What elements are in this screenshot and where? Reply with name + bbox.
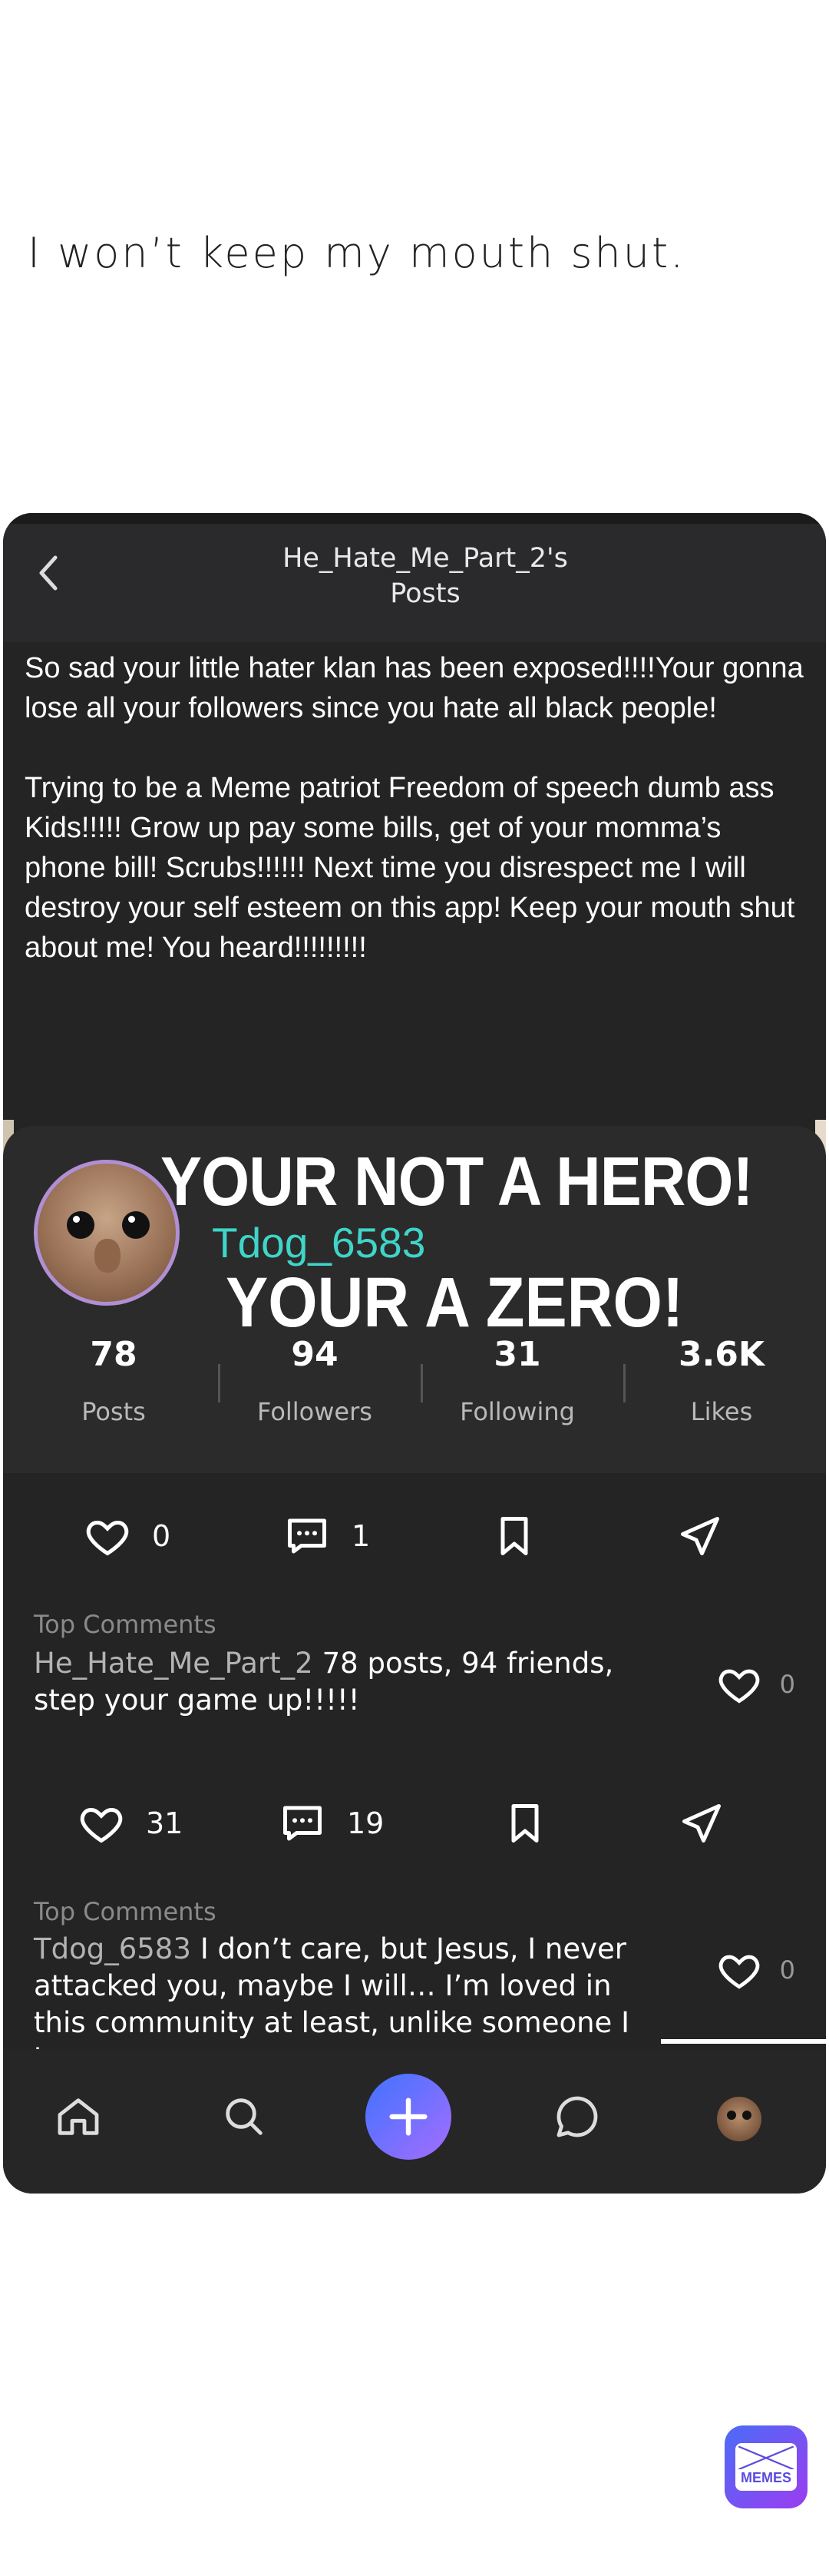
comment-like-count: 0 [779, 1670, 795, 1699]
avatar [34, 1160, 180, 1306]
stat-following: 31 Following [433, 1335, 602, 1426]
search-icon[interactable] [220, 2092, 269, 2141]
header-title: He_Hate_Me_Part_2's Posts [203, 541, 648, 611]
comment-icon [283, 1806, 322, 1841]
like-count: 31 [146, 1806, 183, 1840]
heart-icon [718, 1669, 759, 1704]
stat-followers: 94 Followers [230, 1335, 399, 1426]
stat-value: 78 [90, 1335, 137, 1374]
back-chevron-icon[interactable] [34, 550, 61, 596]
chat-bubble-icon[interactable] [553, 2092, 602, 2141]
stat-label: Posts [81, 1397, 146, 1426]
bookmark-button[interactable] [502, 1800, 548, 1846]
headline-top: YOUR NOT A HERO! [160, 1144, 753, 1220]
top-comments-label: Top Comments [34, 1610, 216, 1639]
stat-value: 31 [494, 1335, 541, 1374]
comment-count: 1 [352, 1519, 371, 1553]
create-post-button[interactable] [365, 2074, 451, 2160]
send-icon [682, 1804, 721, 1843]
divider [623, 1364, 626, 1402]
comment-icon [288, 1518, 326, 1554]
top-comment: He_Hate_Me_Part_2 78 posts, 94 friends, s… [34, 1645, 663, 1719]
share-button[interactable] [677, 1513, 723, 1559]
comment-like-button[interactable]: 0 [715, 1662, 795, 1707]
post-body: So sad your little hater klan has been e… [25, 648, 808, 968]
home-indicator [661, 2039, 826, 2044]
status-bar [3, 513, 826, 524]
stat-label: Following [460, 1397, 575, 1426]
like-button[interactable]: 31 [78, 1800, 183, 1846]
profile-username: Tdog_6583 [212, 1219, 426, 1266]
home-icon[interactable] [54, 2092, 103, 2141]
post-paragraph: Trying to be a Meme patriot Freedom of s… [25, 772, 795, 964]
header-title-line1: He_Hate_Me_Part_2's [282, 543, 568, 574]
nav-header: He_Hate_Me_Part_2's Posts [3, 513, 826, 642]
heart-icon [80, 1807, 123, 1843]
bookmark-icon [511, 1804, 539, 1843]
stat-posts: 78 Posts [29, 1335, 198, 1426]
heart-icon [86, 1520, 129, 1556]
stat-label: Followers [257, 1397, 372, 1426]
stat-label: Likes [690, 1397, 753, 1426]
action-bar: 31 19 [3, 1800, 826, 1869]
header-title-line2: Posts [390, 578, 461, 609]
meme-caption: I won’t keep my mouth shut. [28, 229, 686, 277]
memes-logo-label: MEMES [735, 2443, 797, 2491]
bookmark-button[interactable] [491, 1513, 537, 1559]
memes-watermark-logo: MEMES [725, 2425, 808, 2508]
stat-likes: 3.6K Likes [637, 1335, 806, 1426]
headline-bottom: YOUR A ZERO! [226, 1263, 684, 1342]
divider [421, 1364, 423, 1402]
plus-icon [389, 2098, 428, 2136]
profile-card-image[interactable]: YOUR NOT A HERO! Tdog_6583 YOUR A ZERO! … [3, 1126, 826, 1473]
comment-like-count: 0 [779, 1955, 795, 1985]
like-count: 0 [152, 1519, 171, 1553]
profile-avatar[interactable] [717, 2097, 761, 2141]
divider [218, 1364, 220, 1402]
comment-username[interactable]: He_Hate_Me_Part_2 [34, 1647, 313, 1680]
comment-username[interactable]: Tdog_6583 [34, 1932, 191, 1965]
phone-screenshot: He_Hate_Me_Part_2's Posts So sad your li… [3, 513, 826, 2194]
bookmark-icon [500, 1517, 528, 1555]
post-paragraph: So sad your little hater klan has been e… [25, 652, 804, 724]
comment-like-button[interactable]: 0 [715, 1948, 795, 1992]
comment-button[interactable]: 19 [279, 1800, 384, 1846]
comment-button[interactable]: 1 [284, 1513, 370, 1559]
action-bar: 0 1 [3, 1513, 826, 1582]
heart-icon [718, 1955, 759, 1989]
bottom-tab-bar [3, 2049, 826, 2194]
like-button[interactable]: 0 [84, 1513, 170, 1559]
share-button[interactable] [679, 1800, 725, 1846]
comment-count: 19 [347, 1806, 385, 1840]
stat-value: 94 [291, 1335, 339, 1374]
top-comments-label: Top Comments [34, 1897, 216, 1926]
stat-value: 3.6K [678, 1335, 765, 1374]
send-icon [681, 1517, 719, 1555]
